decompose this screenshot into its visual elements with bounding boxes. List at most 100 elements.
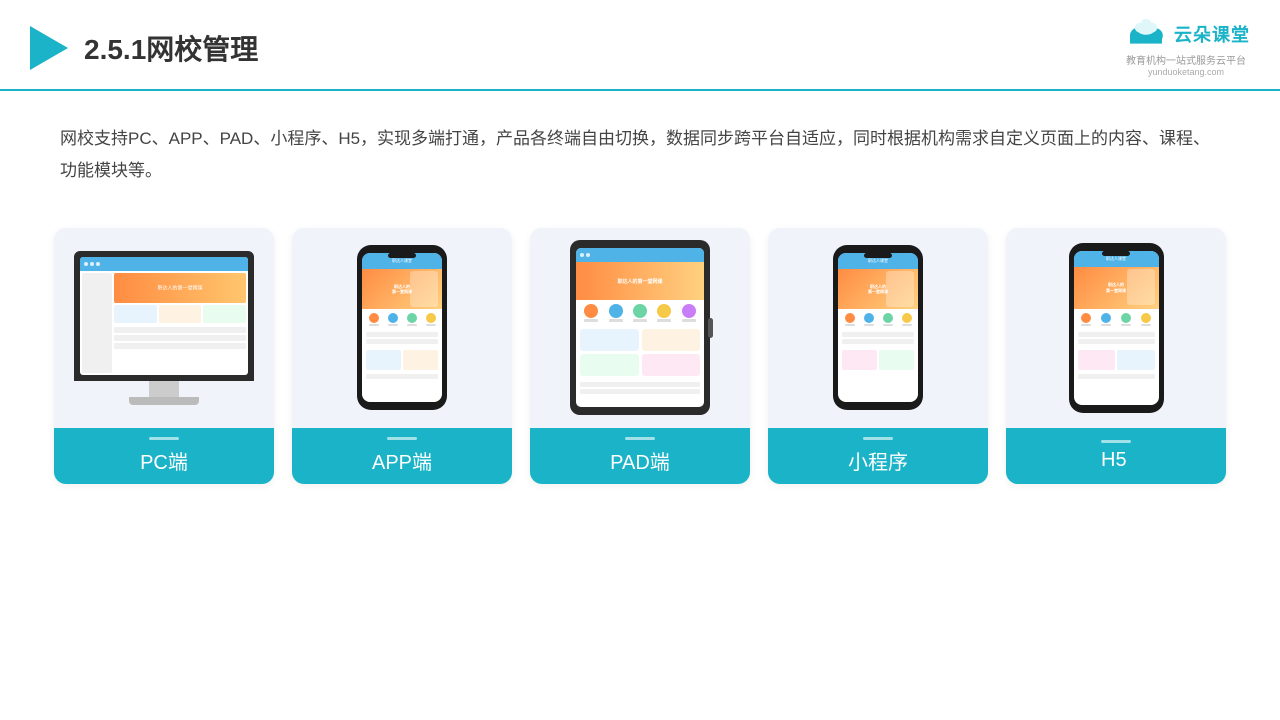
label-bar-mini <box>863 437 893 440</box>
card-pc-image: 职达人的第一堂网课 <box>54 228 274 428</box>
phone-mockup-app: 职达人课堂 职达人的第一堂网课 <box>357 245 447 410</box>
screen-card-3 <box>203 305 246 323</box>
cards-container: 职达人的第一堂网课 <box>0 208 1280 514</box>
phone-icons-row-mini <box>838 309 918 330</box>
card-mini-label: 小程序 <box>768 428 988 484</box>
card-app-label-text: APP端 <box>372 452 432 474</box>
label-bar-pad <box>625 437 655 440</box>
card-h5-label-text: H5 <box>1101 449 1127 471</box>
card-app: 职达人课堂 职达人的第一堂网课 <box>292 228 512 484</box>
tablet-grid <box>576 326 704 379</box>
phone-icons-row-h5 <box>1074 309 1159 330</box>
tab-icon-l5 <box>682 319 696 322</box>
phone-card-2 <box>403 350 438 370</box>
tab-dot-2 <box>586 253 590 257</box>
label-bar <box>149 437 179 440</box>
card-pad-image: 职达人的第一堂网课 <box>530 228 750 428</box>
play-icon <box>30 26 68 70</box>
tab-grid-4 <box>642 354 701 376</box>
card-pad: 职达人的第一堂网课 <box>530 228 750 484</box>
page-title: 2.5.1网校管理 <box>84 28 258 68</box>
tab-grid-3 <box>580 354 639 376</box>
h5-icon-2 <box>1101 313 1111 326</box>
card-app-image: 职达人课堂 职达人的第一堂网课 <box>292 228 512 428</box>
phone-banner-app: 职达人的第一堂网课 <box>362 269 442 309</box>
tablet-screen: 职达人的第一堂网课 <box>576 248 704 407</box>
header-left: 2.5.1网校管理 <box>30 26 258 70</box>
phone-icon-1 <box>369 313 379 326</box>
mini-content-rows <box>838 330 918 348</box>
tab-row-1 <box>580 382 700 387</box>
label-bar-app <box>387 437 417 440</box>
h5-circle-2 <box>1101 313 1111 323</box>
phone-screen-mini: 职达人课堂 职达人的第一堂网课 <box>838 253 918 402</box>
page-header: 2.5.1网校管理 云朵课堂 教育机构一站式服务云平台 yunduoketang… <box>0 0 1280 91</box>
description-text: 网校支持PC、APP、PAD、小程序、H5，实现多端打通，产品各终端自由切换，数… <box>0 91 1280 208</box>
phone-banner-img-mini <box>886 271 914 307</box>
mini-icon-4 <box>902 313 912 326</box>
phone-banner-text-h5: 职达人的第一堂网课 <box>1106 282 1126 293</box>
h5-label-4 <box>1141 324 1151 326</box>
screen-header-bar <box>80 257 248 271</box>
card-pc-label-text: PC端 <box>140 452 188 474</box>
screen-rows <box>114 327 246 351</box>
tab-icon-c3 <box>633 304 647 318</box>
logo-cloud: 云朵课堂 <box>1122 18 1250 50</box>
monitor-base <box>129 397 199 405</box>
mini-card-1 <box>842 350 877 370</box>
phone-content-rows <box>362 330 442 348</box>
mini-icon-2 <box>864 313 874 326</box>
screen-banner-text: 职达人的第一堂网课 <box>157 284 202 291</box>
card-pc: 职达人的第一堂网课 <box>54 228 274 484</box>
card-h5: 职达人课堂 职达人的第一堂网课 <box>1006 228 1226 484</box>
phone-banner-img <box>410 271 438 307</box>
dot3 <box>96 262 100 266</box>
logo-subtitle: 教育机构一站式服务云平台 <box>1126 52 1246 67</box>
dot1 <box>84 262 88 266</box>
mini-label-2 <box>864 324 874 326</box>
mini-card-2 <box>879 350 914 370</box>
h5-card-section <box>1074 348 1159 372</box>
tablet-icon-3 <box>633 304 647 322</box>
pc-monitor: 职达人的第一堂网课 <box>74 251 254 405</box>
phone-banner-text-mini: 职达人的第一堂网课 <box>868 284 888 295</box>
h5-icon-1 <box>1081 313 1091 326</box>
mini-icon-3 <box>883 313 893 326</box>
phone-icons-row <box>362 309 442 330</box>
icon-label-3 <box>407 324 417 326</box>
phone-mockup-h5: 职达人课堂 职达人的第一堂网课 <box>1069 243 1164 413</box>
label-bar-h5 <box>1101 440 1131 443</box>
mini-card-section <box>838 348 918 372</box>
h5-label-3 <box>1121 324 1131 326</box>
tab-grid-1 <box>580 329 639 351</box>
phone-icon-3 <box>407 313 417 326</box>
screen-card-1 <box>114 305 157 323</box>
tablet-banner: 职达人的第一堂网课 <box>576 262 704 300</box>
tab-row-2 <box>580 389 700 394</box>
cloud-icon <box>1122 18 1170 50</box>
icon-label-4 <box>426 324 436 326</box>
tablet-icons-row <box>576 300 704 326</box>
tab-icon-c1 <box>584 304 598 318</box>
tablet-button <box>708 318 713 338</box>
tablet-mockup: 职达人的第一堂网课 <box>570 240 710 415</box>
icon-circle-3 <box>407 313 417 323</box>
description-paragraph: 网校支持PC、APP、PAD、小程序、H5，实现多端打通，产品各终端自由切换，数… <box>60 123 1220 188</box>
logo-area: 云朵课堂 教育机构一站式服务云平台 yunduoketang.com <box>1122 18 1250 77</box>
h5-card-1 <box>1078 350 1116 370</box>
monitor-screen-inner: 职达人的第一堂网课 <box>80 257 248 375</box>
tablet-rows <box>576 379 704 399</box>
mini-row-2 <box>842 339 914 344</box>
card-pad-label-text: PAD端 <box>610 452 670 474</box>
tab-dot-1 <box>580 253 584 257</box>
phone-row-3 <box>366 374 438 379</box>
h5-circle-3 <box>1121 313 1131 323</box>
card-h5-image: 职达人课堂 职达人的第一堂网课 <box>1006 228 1226 428</box>
tablet-icon-4 <box>657 304 671 322</box>
h5-label-1 <box>1081 324 1091 326</box>
mini-circle-2 <box>864 313 874 323</box>
tab-icon-c2 <box>609 304 623 318</box>
h5-row-2 <box>1078 339 1155 344</box>
mini-label-3 <box>883 324 893 326</box>
h5-label-2 <box>1101 324 1111 326</box>
